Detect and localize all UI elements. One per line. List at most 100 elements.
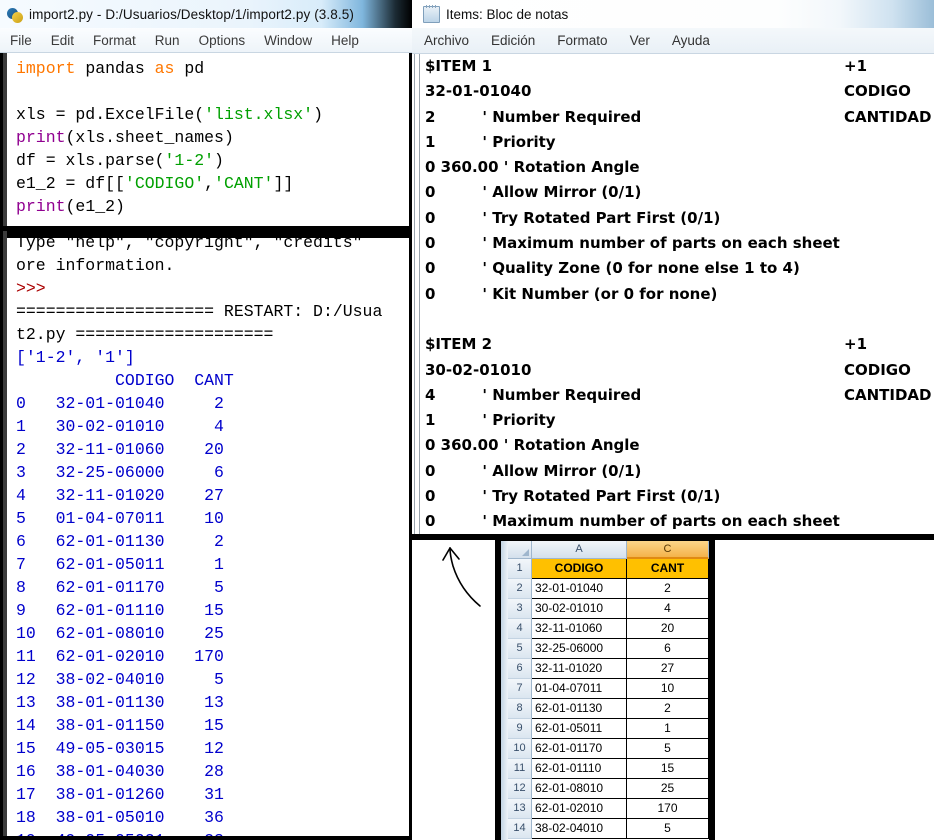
menu-item-file[interactable]: File xyxy=(10,33,32,48)
excel-table-row[interactable]: 8 62-01-01130 2 xyxy=(508,699,709,719)
notepad-titlebar[interactable]: Items: Bloc de notas xyxy=(412,0,934,28)
notepad-line xyxy=(412,307,934,332)
excel-row-number[interactable]: 7 xyxy=(508,679,532,699)
excel-column-header-c[interactable]: C xyxy=(627,541,709,559)
excel-table-row[interactable]: 6 32-11-01020 27 xyxy=(508,659,709,679)
excel-table-row[interactable]: 4 32-11-01060 20 xyxy=(508,619,709,639)
menu-item-help[interactable]: Help xyxy=(331,33,359,48)
excel-row-number[interactable]: 12 xyxy=(508,779,532,799)
code-line: import pandas as pd xyxy=(16,57,409,80)
excel-row-number[interactable]: 6 xyxy=(508,659,532,679)
excel-table-row[interactable]: 10 62-01-01170 5 xyxy=(508,739,709,759)
excel-cell-cant[interactable]: 20 xyxy=(627,619,709,639)
excel-cell-codigo[interactable]: 01-04-07011 xyxy=(532,679,627,699)
menu-item-options[interactable]: Options xyxy=(199,33,246,48)
excel-cell-cant[interactable]: 27 xyxy=(627,659,709,679)
excel-cell-cant[interactable]: 6 xyxy=(627,639,709,659)
code-token: 'CANT' xyxy=(214,174,274,193)
excel-cell-codigo[interactable]: 30-02-01010 xyxy=(532,599,627,619)
excel-header-row: 1 CODIGO CANT xyxy=(508,559,709,579)
menu-item-edit[interactable]: Edit xyxy=(51,33,74,48)
excel-cell-cant[interactable]: 4 xyxy=(627,599,709,619)
menu-item-edicion[interactable]: Edición xyxy=(491,33,535,48)
menu-item-ver[interactable]: Ver xyxy=(630,33,650,48)
notepad-line: 0 ' Try Rotated Part First (0/1) xyxy=(412,206,934,231)
menu-item-window[interactable]: Window xyxy=(264,33,312,48)
excel-table-row[interactable]: 12 62-01-08010 25 xyxy=(508,779,709,799)
excel-cell-codigo[interactable]: 32-01-01040 xyxy=(532,579,627,599)
code-token: 0 32-01-01040 2 xyxy=(16,394,224,413)
shell-line: ['1-2', '1'] xyxy=(16,346,409,369)
editor-source-code[interactable]: import pandas as pd xls = pd.ExcelFile('… xyxy=(7,53,409,218)
excel-cell-cant[interactable]: 10 xyxy=(627,679,709,699)
notepad-line: $ITEM 1 +1 xyxy=(412,54,934,79)
notepad-line-text: 0 ' Allow Mirror (0/1) xyxy=(425,461,642,480)
excel-row-number[interactable]: 14 xyxy=(508,819,532,839)
excel-cell-codigo[interactable]: 62-01-08010 xyxy=(532,779,627,799)
excel-cell-codigo[interactable]: 32-11-01060 xyxy=(532,619,627,639)
excel-table-row[interactable]: 14 38-02-04010 5 xyxy=(508,819,709,839)
excel-table-row[interactable]: 5 32-25-06000 6 xyxy=(508,639,709,659)
excel-cell-cant-header[interactable]: CANT xyxy=(627,559,709,579)
notepad-line-text: 32-01-01040 xyxy=(425,82,532,101)
code-token: 2 32-11-01060 20 xyxy=(16,440,224,459)
excel-row-number[interactable]: 3 xyxy=(508,599,532,619)
excel-row-number[interactable]: 13 xyxy=(508,799,532,819)
excel-scrollbar[interactable] xyxy=(501,541,508,840)
excel-row-number[interactable]: 1 xyxy=(508,559,532,579)
menu-item-formato[interactable]: Formato xyxy=(557,33,607,48)
code-token: 12 38-02-04010 5 xyxy=(16,670,224,689)
shell-output-text: Type "help", "copyright", "credits" ore i… xyxy=(7,231,409,837)
menu-item-run[interactable]: Run xyxy=(155,33,180,48)
menu-item-archivo[interactable]: Archivo xyxy=(424,33,469,48)
excel-row-number[interactable]: 2 xyxy=(508,579,532,599)
excel-cell-cant[interactable]: 1 xyxy=(627,719,709,739)
shell-line: 15 49-05-03015 12 xyxy=(16,737,409,760)
menu-item-format[interactable]: Format xyxy=(93,33,136,48)
code-token: 3 32-25-06000 6 xyxy=(16,463,224,482)
excel-row-number[interactable]: 10 xyxy=(508,739,532,759)
excel-cell-cant[interactable]: 2 xyxy=(627,699,709,719)
excel-cell-cant[interactable]: 5 xyxy=(627,739,709,759)
excel-column-header-a[interactable]: A xyxy=(532,541,627,559)
idle-shell-output[interactable]: Type "help", "copyright", "credits" ore i… xyxy=(3,231,409,837)
excel-table-row[interactable]: 9 62-01-05011 1 xyxy=(508,719,709,739)
excel-table-row[interactable]: 13 62-01-02010 170 xyxy=(508,799,709,819)
idle-titlebar[interactable]: import2.py - D:/Usuarios/Desktop/1/impor… xyxy=(0,0,412,28)
excel-cell-codigo[interactable]: 62-01-01170 xyxy=(532,739,627,759)
notepad-line: 0 ' Quality Zone (0 for none else 1 to 4… xyxy=(412,256,934,281)
excel-row-number[interactable]: 4 xyxy=(508,619,532,639)
excel-cell-codigo[interactable]: 62-01-01130 xyxy=(532,699,627,719)
excel-table-row[interactable]: 7 01-04-07011 10 xyxy=(508,679,709,699)
excel-cell-codigo[interactable]: 62-01-01110 xyxy=(532,759,627,779)
excel-cell-codigo[interactable]: 32-25-06000 xyxy=(532,639,627,659)
excel-cell-codigo[interactable]: 38-02-04010 xyxy=(532,819,627,839)
notepad-line-text xyxy=(425,310,430,328)
notepad-line-annotation: CODIGO xyxy=(844,82,911,101)
idle-code-editor[interactable]: import pandas as pd xls = pd.ExcelFile('… xyxy=(3,53,409,231)
excel-row-number[interactable]: 8 xyxy=(508,699,532,719)
notepad-text-area[interactable]: $ITEM 1 +1 32-01-01040 CODIGO 2 ' Number Req… xyxy=(412,54,934,540)
excel-cell-codigo-header[interactable]: CODIGO xyxy=(532,559,627,579)
excel-select-all-corner[interactable] xyxy=(508,541,532,559)
excel-cell-codigo[interactable]: 62-01-02010 xyxy=(532,799,627,819)
excel-row-number[interactable]: 11 xyxy=(508,759,532,779)
excel-row-number[interactable]: 5 xyxy=(508,639,532,659)
excel-cell-cant[interactable]: 15 xyxy=(627,759,709,779)
excel-cell-cant[interactable]: 25 xyxy=(627,779,709,799)
excel-cell-cant[interactable]: 2 xyxy=(627,579,709,599)
menu-item-ayuda[interactable]: Ayuda xyxy=(672,33,710,48)
excel-inner: A C 1 CODIGO CANT 2 32-01-01040 2 3 30-02-01… xyxy=(501,541,709,840)
excel-row-number[interactable]: 9 xyxy=(508,719,532,739)
excel-cell-codigo[interactable]: 62-01-05011 xyxy=(532,719,627,739)
code-token: ]] xyxy=(273,174,294,193)
notepad-line-text: 2 ' Number Required xyxy=(425,107,642,126)
excel-table-row[interactable]: 3 30-02-01010 4 xyxy=(508,599,709,619)
excel-cell-cant[interactable]: 5 xyxy=(627,819,709,839)
excel-cell-codigo[interactable]: 32-11-01020 xyxy=(532,659,627,679)
excel-table-row[interactable]: 11 62-01-01110 15 xyxy=(508,759,709,779)
excel-table-row[interactable]: 2 32-01-01040 2 xyxy=(508,579,709,599)
excel-cell-cant[interactable]: 170 xyxy=(627,799,709,819)
notepad-line-text: 0 ' Maximum number of parts on each shee… xyxy=(425,234,840,253)
